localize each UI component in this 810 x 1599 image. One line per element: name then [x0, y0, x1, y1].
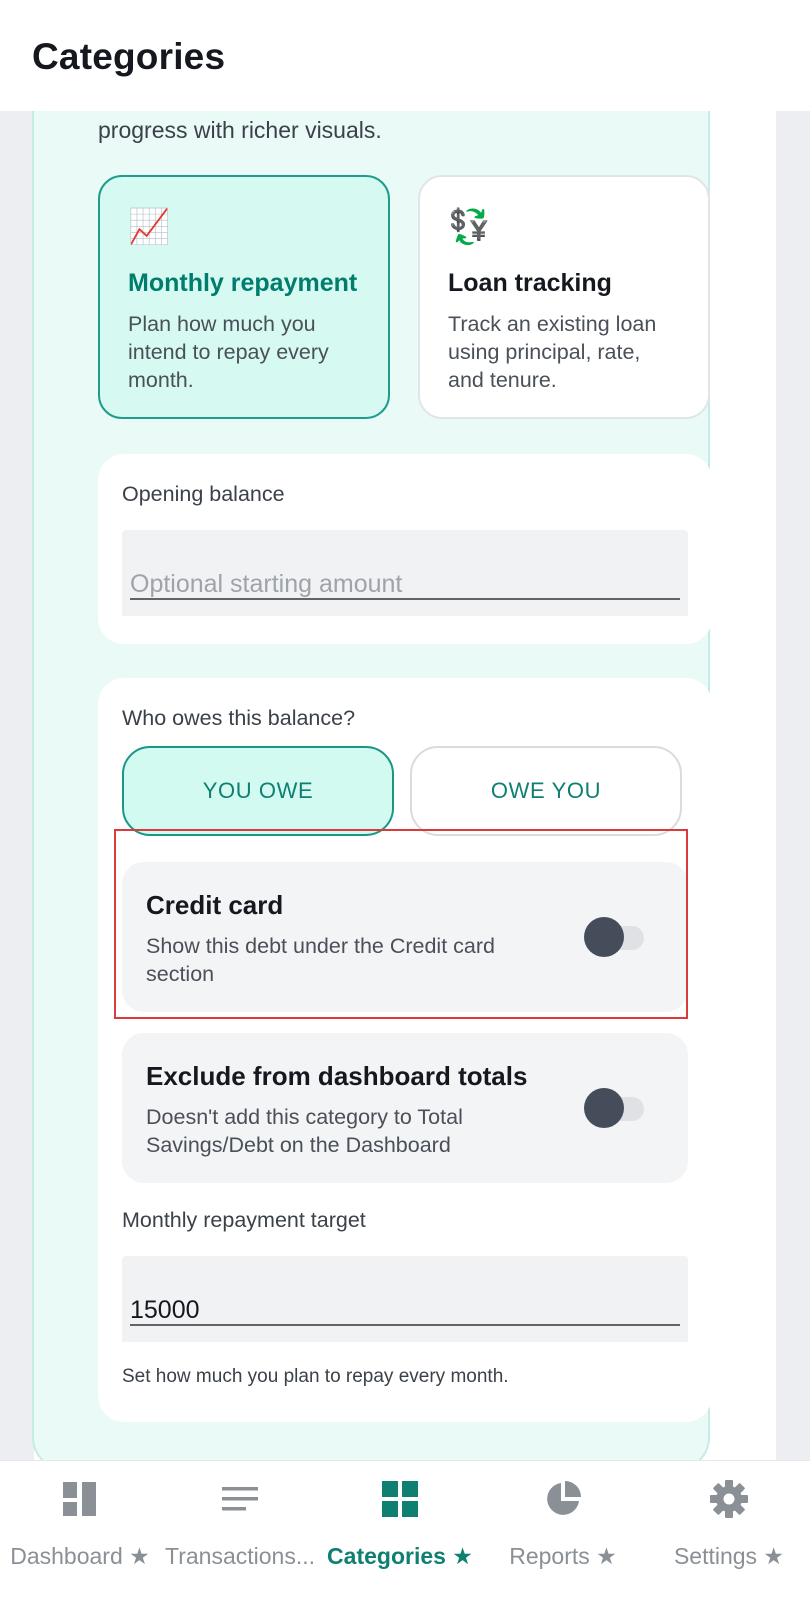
exclude-totals-description: Doesn't add this category to Total Savin…	[146, 1105, 463, 1157]
nav-label: Dashboard ★	[10, 1543, 150, 1569]
field-underline	[130, 1324, 680, 1326]
opening-balance-field[interactable]	[122, 530, 688, 616]
page-title: Categories	[32, 36, 226, 77]
pie-chart-icon	[547, 1481, 581, 1515]
option-title: Loan tracking	[448, 269, 612, 297]
credit-card-setting[interactable]: Credit card Show this debt under the Cre…	[122, 862, 688, 1012]
gear-icon	[710, 1480, 748, 1518]
owes-question-label: Who owes this balance?	[122, 706, 356, 730]
currency-exchange-icon: 💱	[448, 208, 491, 246]
intro-text: progress with richer visuals.	[98, 117, 382, 143]
you-owe-button[interactable]: YOU OWE	[122, 746, 394, 836]
nav-label: Settings ★	[673, 1543, 785, 1569]
nav-reports[interactable]: Reports ★	[488, 1461, 638, 1599]
credit-card-toggle[interactable]	[584, 917, 644, 957]
balance-direction-panel: Who owes this balance? YOU OWE OWE YOU C…	[98, 678, 712, 1422]
nav-label: Reports ★	[509, 1543, 617, 1569]
opening-balance-input[interactable]	[122, 530, 688, 616]
option-description: Plan how much you intend to repay every …	[128, 312, 329, 392]
exclude-totals-setting[interactable]: Exclude from dashboard totals Doesn't ad…	[122, 1033, 688, 1183]
credit-card-description: Show this debt under the Credit card sec…	[146, 934, 495, 986]
repayment-target-field[interactable]	[122, 1256, 688, 1342]
exclude-totals-toggle[interactable]	[584, 1088, 644, 1128]
exclude-totals-title: Exclude from dashboard totals	[146, 1061, 528, 1091]
list-icon	[222, 1487, 258, 1511]
toggle-thumb	[584, 1088, 624, 1128]
trend-chart-icon: 📈	[128, 208, 171, 246]
option-monthly-repayment[interactable]: 📈 Monthly repayment Plan how much you in…	[98, 175, 390, 419]
owe-you-button[interactable]: OWE YOU	[410, 746, 682, 836]
opening-balance-panel: Opening balance	[98, 454, 712, 644]
nav-categories[interactable]: Categories ★	[320, 1461, 480, 1599]
nav-transactions[interactable]: Transactions...	[160, 1461, 320, 1599]
repayment-target-hint: Set how much you plan to repay every mon…	[122, 1366, 509, 1387]
repayment-target-label: Monthly repayment target	[122, 1208, 366, 1232]
app-header: Categories	[0, 0, 810, 111]
nav-label: Transactions...	[165, 1543, 315, 1569]
scroll-area[interactable]: progress with richer visuals. 📈 Monthly …	[0, 111, 810, 1489]
toggle-thumb	[584, 917, 624, 957]
bottom-navigation: Dashboard ★ Transactions... Categories ★…	[0, 1460, 810, 1599]
nav-label: Categories ★	[327, 1543, 473, 1569]
nav-dashboard[interactable]: Dashboard ★	[0, 1461, 160, 1599]
dashboard-icon	[63, 1482, 96, 1516]
option-description: Track an existing loan using principal, …	[448, 312, 657, 392]
option-loan-tracking[interactable]: 💱 Loan tracking Track an existing loan u…	[418, 175, 710, 419]
option-title: Monthly repayment	[128, 269, 358, 297]
field-underline	[130, 598, 680, 600]
credit-card-title: Credit card	[146, 890, 284, 920]
repayment-target-input[interactable]	[122, 1256, 688, 1342]
opening-balance-label: Opening balance	[122, 482, 285, 506]
nav-settings[interactable]: Settings ★	[648, 1461, 810, 1599]
grid-icon	[382, 1481, 418, 1517]
